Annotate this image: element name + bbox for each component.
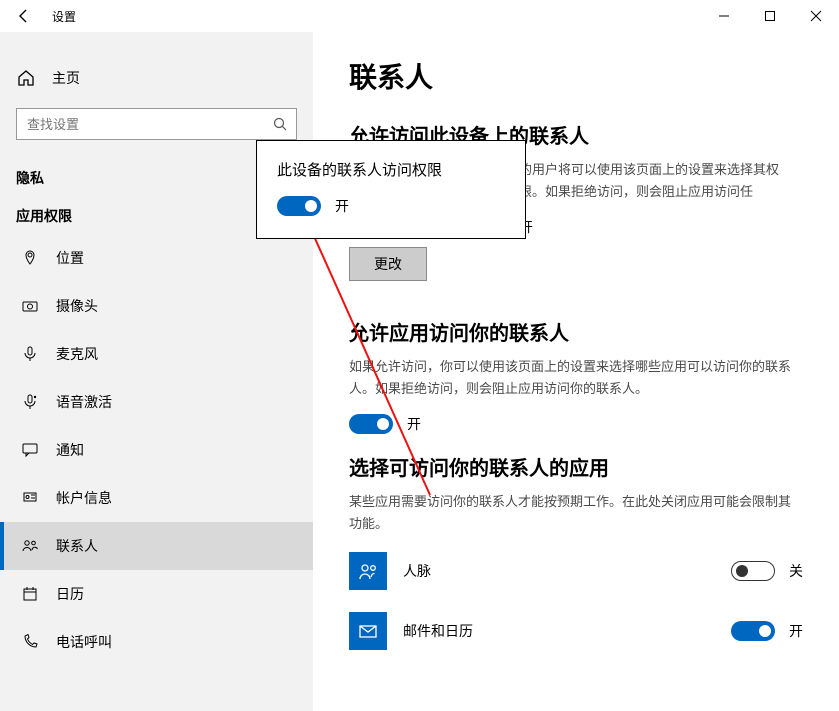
nav-contacts[interactable]: 联系人 [0, 522, 313, 570]
nav-account[interactable]: 帐户信息 [0, 474, 313, 522]
nav-label: 位置 [56, 248, 84, 268]
mail-app-icon [349, 612, 387, 650]
sec2-title: 允许应用访问你的联系人 [349, 317, 803, 346]
app-name: 人脉 [403, 561, 731, 581]
device-access-label: 开 [335, 196, 349, 216]
contacts-icon [20, 538, 40, 554]
nav-label: 通知 [56, 440, 84, 460]
camera-icon [20, 298, 40, 314]
account-icon [20, 490, 40, 506]
content: 联系人 允许访问此设备上的联系人 的用户将可以使用该页面上的设置来选择其权限。如… [313, 32, 839, 711]
sidebar: 主页 隐私 应用权限 位置 摄像头 麦克风 [0, 32, 313, 711]
people-app-icon [349, 552, 387, 590]
nav-label: 语音激活 [56, 392, 112, 412]
nav-microphone[interactable]: 麦克风 [0, 330, 313, 378]
nav-phone[interactable]: 电话呼叫 [0, 618, 313, 666]
home-icon [16, 69, 36, 87]
sec3-desc: 某些应用需要访问你的联系人才能按预期工作。在此处关闭应用可能会限制其功能。 [349, 491, 803, 535]
mail-toggle-label: 开 [789, 621, 803, 641]
close-button[interactable] [793, 0, 839, 32]
mic-icon [20, 346, 40, 362]
nav-label: 摄像头 [56, 296, 98, 316]
change-button[interactable]: 更改 [349, 247, 427, 281]
nav-camera[interactable]: 摄像头 [0, 282, 313, 330]
nav-label: 联系人 [56, 536, 98, 556]
nav-label: 电话呼叫 [56, 632, 112, 652]
nav-label: 麦克风 [56, 344, 98, 364]
device-access-callout: 此设备的联系人访问权限 开 [256, 140, 526, 239]
location-icon [20, 250, 40, 266]
sec2-desc: 如果允许访问，你可以使用该页面上的设置来选择哪些应用可以访问你的联系人。如果拒绝… [349, 356, 803, 400]
mail-toggle[interactable] [731, 621, 775, 641]
nav-voice[interactable]: 语音激活 [0, 378, 313, 426]
home-label: 主页 [52, 68, 80, 88]
app-name: 邮件和日历 [403, 621, 731, 641]
nav-label: 帐户信息 [56, 488, 112, 508]
people-toggle-label: 关 [789, 561, 803, 581]
chat-icon [20, 442, 40, 458]
device-access-toggle[interactable] [277, 196, 321, 216]
nav-notifications[interactable]: 通知 [0, 426, 313, 474]
minimize-button[interactable] [701, 0, 747, 32]
back-button[interactable] [0, 0, 48, 32]
home-nav[interactable]: 主页 [0, 56, 313, 100]
sec3-title: 选择可访问你的联系人的应用 [349, 452, 803, 481]
maximize-button[interactable] [747, 0, 793, 32]
window-title: 设置 [52, 8, 76, 25]
phone-icon [20, 634, 40, 650]
callout-title: 此设备的联系人访问权限 [277, 159, 505, 180]
nav-calendar[interactable]: 日历 [0, 570, 313, 618]
page-title: 联系人 [349, 56, 803, 96]
allow-apps-toggle[interactable] [349, 414, 393, 434]
app-row-people: 人脉 关 [349, 552, 803, 590]
search-input[interactable] [17, 117, 264, 132]
nav-location[interactable]: 位置 [0, 234, 313, 282]
nav-label: 日历 [56, 584, 84, 604]
calendar-icon [20, 586, 40, 602]
allow-apps-label: 开 [407, 414, 421, 434]
people-toggle[interactable] [731, 561, 775, 581]
search-icon[interactable] [264, 117, 296, 131]
app-row-mail: 邮件和日历 开 [349, 612, 803, 650]
voice-icon [20, 394, 40, 410]
search-input-wrap[interactable] [16, 108, 297, 140]
